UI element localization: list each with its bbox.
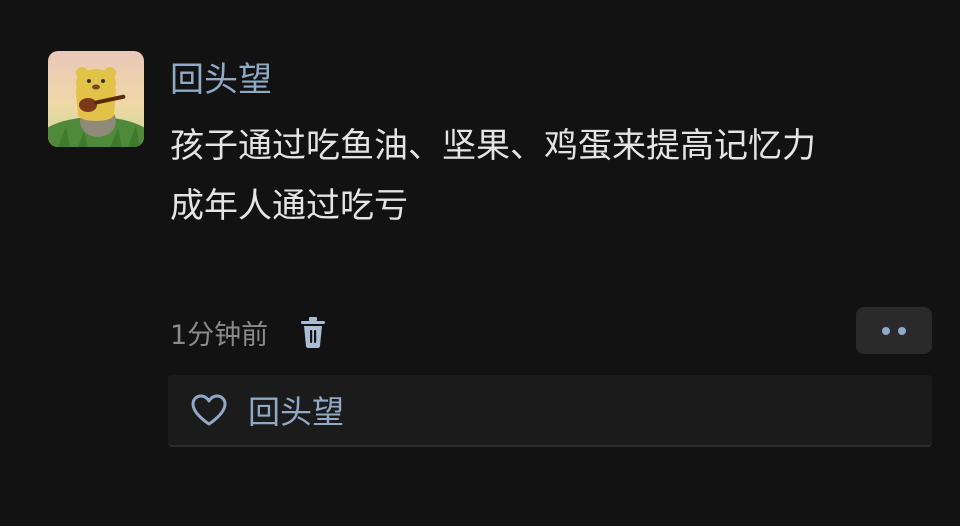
- trash-icon[interactable]: [298, 315, 328, 349]
- more-dots-icon-dot: [898, 326, 906, 335]
- more-button[interactable]: [856, 307, 932, 354]
- comment-meta: 1分钟前: [170, 310, 328, 354]
- username[interactable]: 回头望: [170, 56, 272, 104]
- comment-text: 孩子通过吃鱼油、坚果、鸡蛋来提高记忆力 成年人通过吃亏: [170, 116, 930, 236]
- avatar[interactable]: [48, 51, 144, 147]
- likes-bar: 回头望: [168, 375, 932, 447]
- avatar-illustration: [48, 51, 144, 147]
- comment-screen: 回头望 孩子通过吃鱼油、坚果、鸡蛋来提高记忆力 成年人通过吃亏 1分钟前 回头望: [0, 0, 960, 526]
- timestamp: 1分钟前: [170, 319, 269, 351]
- comment-line-2: 成年人通过吃亏: [170, 186, 408, 226]
- heart-outline-icon[interactable]: [190, 393, 228, 427]
- more-dots-icon: [882, 326, 890, 335]
- liker-name[interactable]: 回头望: [248, 387, 344, 433]
- comment-line-1: 孩子通过吃鱼油、坚果、鸡蛋来提高记忆力: [170, 126, 816, 166]
